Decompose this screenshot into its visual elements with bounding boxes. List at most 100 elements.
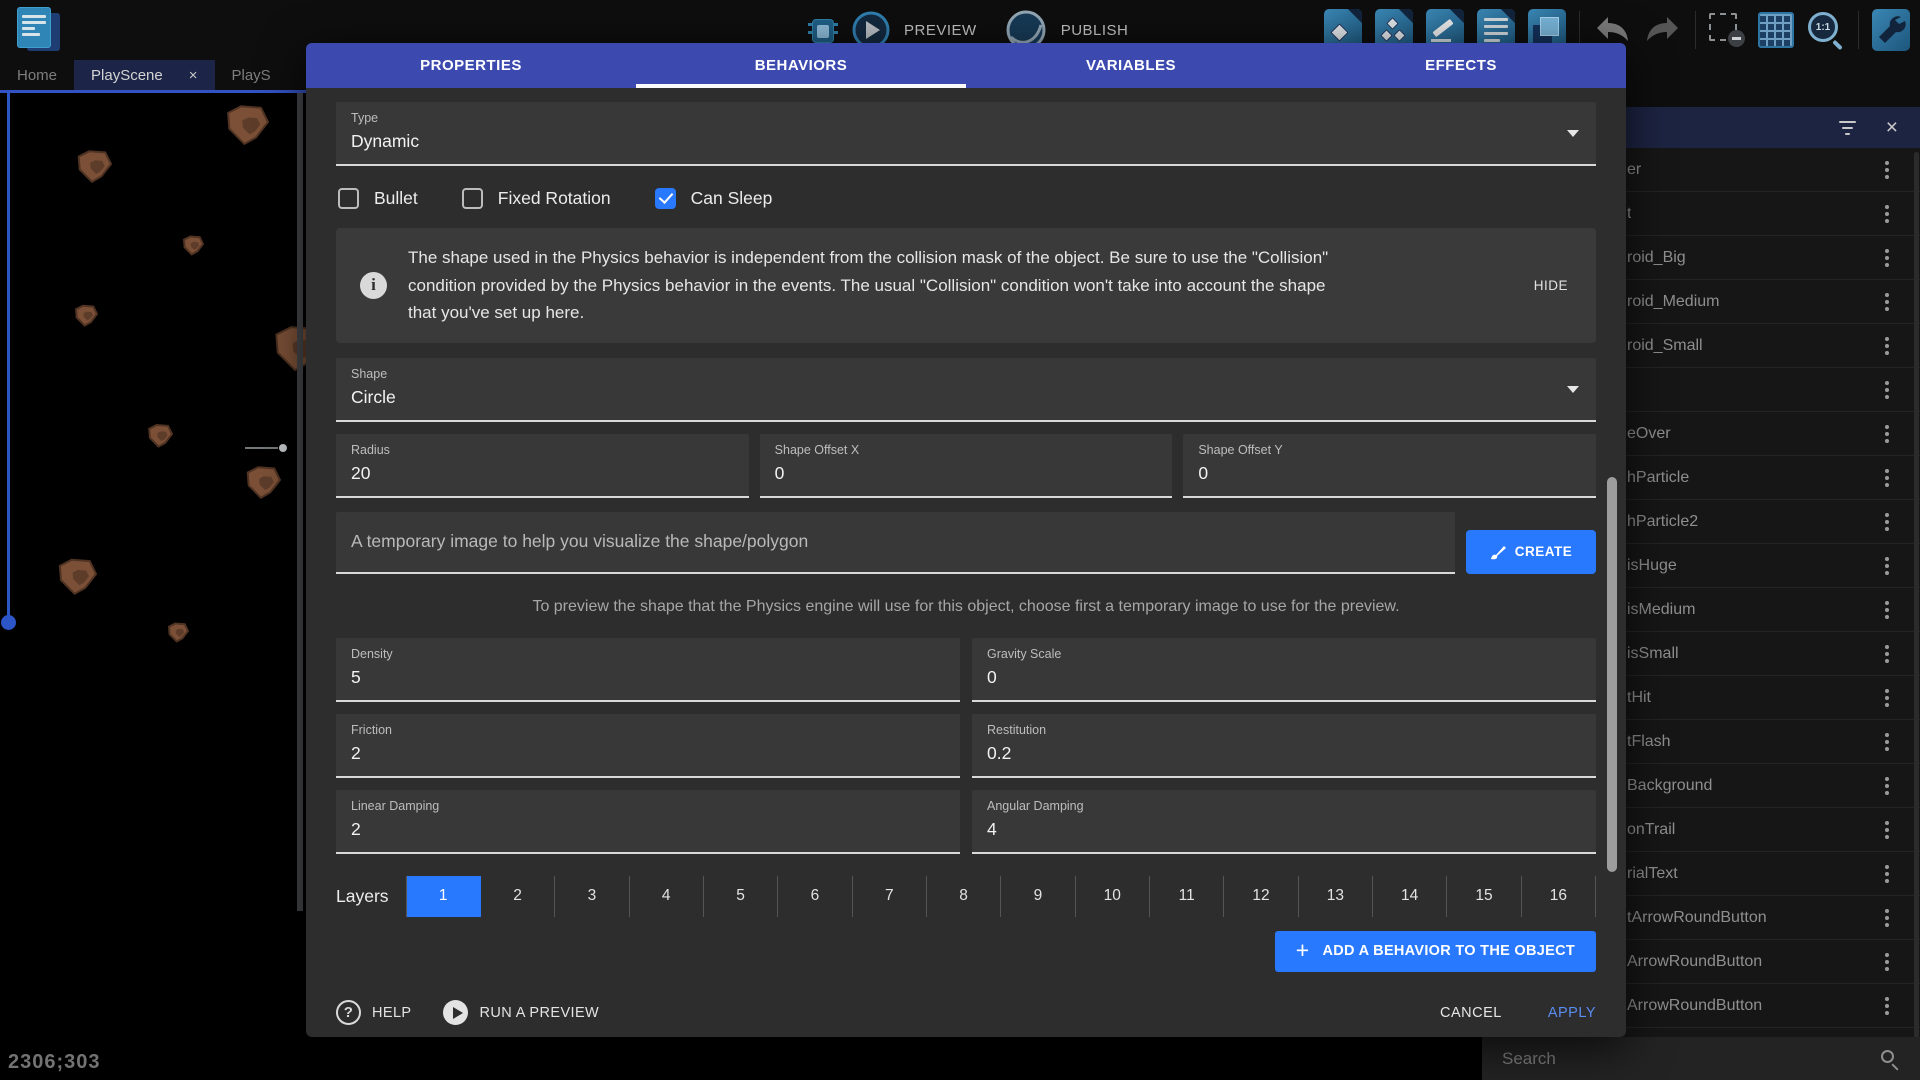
object-list-item[interactable]: roid_Small	[1623, 324, 1920, 368]
zoom-actual-icon[interactable]: 1:1	[1807, 11, 1845, 49]
number-field[interactable]: Linear Damping 2	[336, 790, 960, 854]
object-list-item[interactable]: isHuge	[1623, 544, 1920, 588]
layer-button[interactable]: 10	[1076, 876, 1150, 917]
object-list-item[interactable]: t	[1623, 192, 1920, 236]
temp-image-field[interactable]: A temporary image to help you visualize …	[336, 512, 1455, 574]
tab-playscene-2[interactable]: PlayS	[215, 60, 288, 90]
kebab-icon[interactable]	[1885, 601, 1889, 619]
layer-button[interactable]: 15	[1447, 876, 1521, 917]
checkbox[interactable]	[338, 188, 359, 209]
layer-button[interactable]: 9	[1001, 876, 1075, 917]
kebab-icon[interactable]	[1885, 953, 1889, 971]
kebab-icon[interactable]	[1885, 821, 1889, 839]
kebab-icon[interactable]	[1885, 293, 1889, 311]
object-list-item[interactable]: rialText	[1623, 852, 1920, 896]
layer-button[interactable]: 14	[1373, 876, 1447, 917]
dialog-tab[interactable]: EFFECTS	[1296, 43, 1626, 88]
search-input[interactable]: Search	[1502, 1049, 1880, 1069]
kebab-icon[interactable]	[1885, 425, 1889, 443]
object-list-item[interactable]: hParticle2	[1623, 500, 1920, 544]
tab-home[interactable]: Home	[0, 60, 74, 90]
layer-button[interactable]: 6	[778, 876, 852, 917]
object-list-item[interactable]: hParticle	[1623, 456, 1920, 500]
dialog-scrollbar-thumb[interactable]	[1607, 477, 1617, 872]
grid-icon[interactable]	[1758, 12, 1794, 48]
kebab-icon[interactable]	[1885, 733, 1889, 751]
layer-button[interactable]: 3	[555, 876, 629, 917]
kebab-icon[interactable]	[1885, 557, 1889, 575]
object-list-item[interactable]: eOver	[1623, 412, 1920, 456]
help-button[interactable]: ? HELP	[336, 1000, 411, 1025]
object-list-item[interactable]: tHit	[1623, 676, 1920, 720]
object-list-item[interactable]: ArrowRoundButton	[1623, 984, 1920, 1028]
object-list-item[interactable]: roid_Big	[1623, 236, 1920, 280]
object-list-item[interactable]: ArrowRoundButton	[1623, 940, 1920, 984]
kebab-icon[interactable]	[1885, 381, 1889, 399]
kebab-icon[interactable]	[1885, 161, 1889, 179]
kebab-icon[interactable]	[1885, 865, 1889, 883]
publish-button[interactable]: PUBLISH	[1061, 22, 1129, 39]
object-list-item[interactable]: roid_Medium	[1623, 280, 1920, 324]
tools-wrench-icon[interactable]	[1872, 9, 1910, 51]
object-list-item[interactable]: er	[1623, 148, 1920, 192]
checkbox-item[interactable]: Fixed Rotation	[462, 188, 611, 209]
number-field[interactable]: Friction 2	[336, 714, 960, 778]
create-button[interactable]: CREATE	[1466, 530, 1596, 574]
object-search-bar[interactable]: Search	[1482, 1037, 1920, 1080]
layer-button[interactable]: 1	[407, 876, 481, 917]
object-list-item[interactable]	[1623, 368, 1920, 412]
layer-button[interactable]: 7	[853, 876, 927, 917]
cancel-button[interactable]: CANCEL	[1440, 1005, 1502, 1021]
number-field[interactable]: Density 5	[336, 638, 960, 702]
number-field[interactable]: Shape Offset X 0	[760, 434, 1173, 498]
layer-button[interactable]: 4	[630, 876, 704, 917]
checkbox-item[interactable]: Can Sleep	[655, 188, 773, 209]
number-field[interactable]: Shape Offset Y 0	[1183, 434, 1596, 498]
checkbox-item[interactable]: Bullet	[338, 188, 418, 209]
dialog-tab[interactable]: PROPERTIES	[306, 43, 636, 88]
layer-button[interactable]: 12	[1224, 876, 1298, 917]
type-select[interactable]: Type Dynamic	[336, 102, 1596, 166]
redo-icon[interactable]	[1644, 13, 1682, 47]
run-preview-button[interactable]: RUN A PREVIEW	[443, 1000, 599, 1025]
layer-button[interactable]: 5	[704, 876, 778, 917]
kebab-icon[interactable]	[1885, 777, 1889, 795]
kebab-icon[interactable]	[1885, 513, 1889, 531]
scene-border-handle[interactable]	[1, 615, 16, 630]
apply-button[interactable]: APPLY	[1548, 1005, 1596, 1021]
tab-close-icon[interactable]: ×	[189, 67, 198, 84]
number-field[interactable]: Radius 20	[336, 434, 749, 498]
object-list-item[interactable]: onTrail	[1623, 808, 1920, 852]
kebab-icon[interactable]	[1885, 997, 1889, 1015]
tab-playscene[interactable]: PlayScene ×	[74, 60, 214, 90]
preview-button[interactable]: PREVIEW	[904, 22, 977, 39]
shape-select[interactable]: Shape Circle	[336, 358, 1596, 422]
hide-button[interactable]: HIDE	[1530, 270, 1572, 301]
layer-button[interactable]: 8	[927, 876, 1001, 917]
number-field[interactable]: Restitution 0.2	[972, 714, 1596, 778]
bullet-sprite[interactable]	[279, 444, 287, 452]
layer-button[interactable]: 13	[1299, 876, 1373, 917]
panel-close-icon[interactable]: ×	[1886, 117, 1898, 138]
debugger-icon[interactable]	[808, 13, 838, 47]
kebab-icon[interactable]	[1885, 205, 1889, 223]
dialog-tab[interactable]: VARIABLES	[966, 43, 1296, 88]
kebab-icon[interactable]	[1885, 337, 1889, 355]
kebab-icon[interactable]	[1885, 469, 1889, 487]
layer-button[interactable]: 2	[481, 876, 555, 917]
layer-button[interactable]: 11	[1150, 876, 1224, 917]
checkbox[interactable]	[655, 188, 676, 209]
object-list-item[interactable]: Background	[1623, 764, 1920, 808]
dialog-tab[interactable]: BEHAVIORS	[636, 43, 966, 88]
object-list-item[interactable]: tFlash	[1623, 720, 1920, 764]
checkbox[interactable]	[462, 188, 483, 209]
number-field[interactable]: Gravity Scale 0	[972, 638, 1596, 702]
layer-button[interactable]: 16	[1522, 876, 1596, 917]
panel-scrollbar[interactable]	[1914, 152, 1919, 1080]
object-list-item[interactable]: tArrowRoundButton	[1623, 896, 1920, 940]
kebab-icon[interactable]	[1885, 645, 1889, 663]
mask-icon[interactable]	[1709, 13, 1745, 47]
number-field[interactable]: Angular Damping 4	[972, 790, 1596, 854]
kebab-icon[interactable]	[1885, 689, 1889, 707]
object-list-item[interactable]: isMedium	[1623, 588, 1920, 632]
